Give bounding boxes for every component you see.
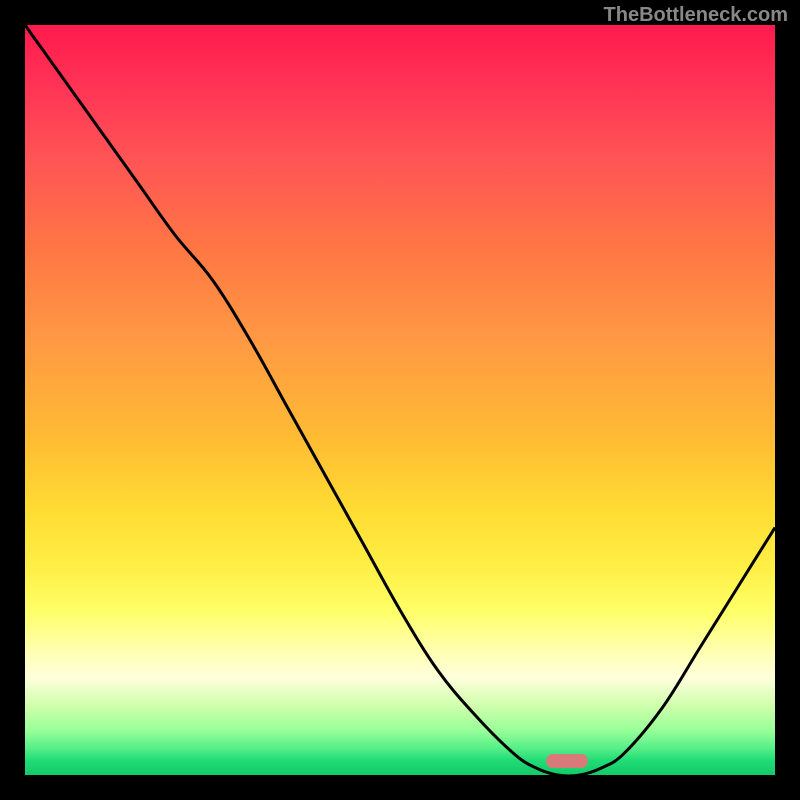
optimal-point-marker <box>546 754 588 768</box>
bottleneck-curve <box>25 25 775 775</box>
watermark-text: TheBottleneck.com <box>604 4 788 27</box>
plot-area <box>25 25 775 775</box>
chart-container: TheBottleneck.com <box>0 0 800 800</box>
